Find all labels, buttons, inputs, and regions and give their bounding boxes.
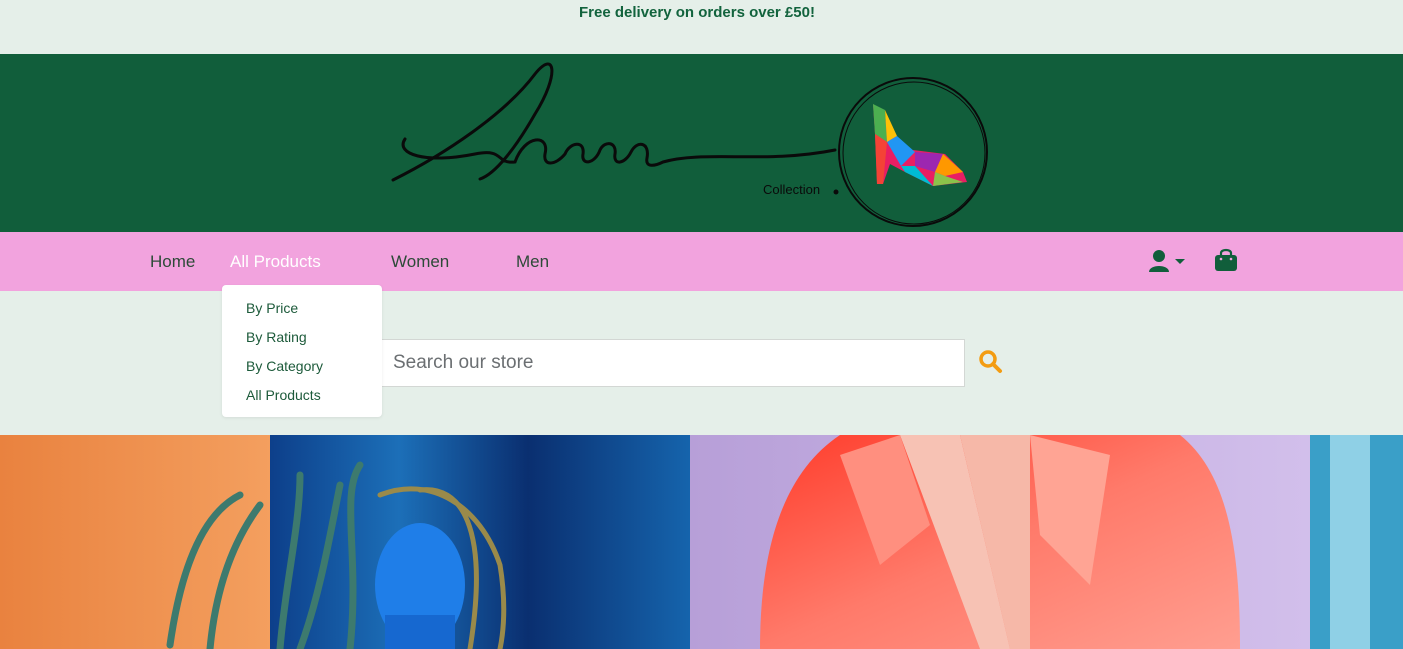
dropdown-item-by-price[interactable]: By Price — [246, 300, 298, 316]
nav-men[interactable]: Men — [516, 252, 549, 272]
nav-home[interactable]: Home — [150, 252, 195, 272]
main-nav: Home All Products Women Men — [0, 232, 1403, 291]
search-input[interactable] — [378, 339, 965, 387]
nav-all-products[interactable]: All Products — [230, 252, 321, 272]
dropdown-item-by-category[interactable]: By Category — [246, 358, 323, 374]
hero-photo — [0, 435, 1403, 649]
search-icon — [979, 350, 1002, 373]
brand-tagline: Collection — [763, 182, 820, 197]
all-products-dropdown: By Price By Rating By Category All Produ… — [222, 285, 382, 417]
nav-women[interactable]: Women — [391, 252, 449, 272]
account-menu-button[interactable] — [1148, 249, 1188, 279]
search-button[interactable] — [976, 348, 1006, 378]
dropdown-item-by-rating[interactable]: By Rating — [246, 329, 307, 345]
shopping-bag-icon — [1215, 248, 1237, 271]
brand-logo[interactable]: Collection — [385, 54, 995, 232]
user-icon — [1149, 250, 1185, 272]
hero-image — [0, 435, 1403, 649]
dropdown-item-all-products[interactable]: All Products — [246, 387, 321, 403]
search-section — [0, 291, 1403, 435]
announcement-text: Free delivery on orders over £50! — [579, 4, 815, 21]
shopping-bag-button[interactable] — [1214, 247, 1238, 277]
announcement-bar: Free delivery on orders over £50! — [0, 0, 1403, 54]
heel-logo-icon — [873, 104, 967, 186]
brand-banner: Collection — [0, 54, 1403, 232]
